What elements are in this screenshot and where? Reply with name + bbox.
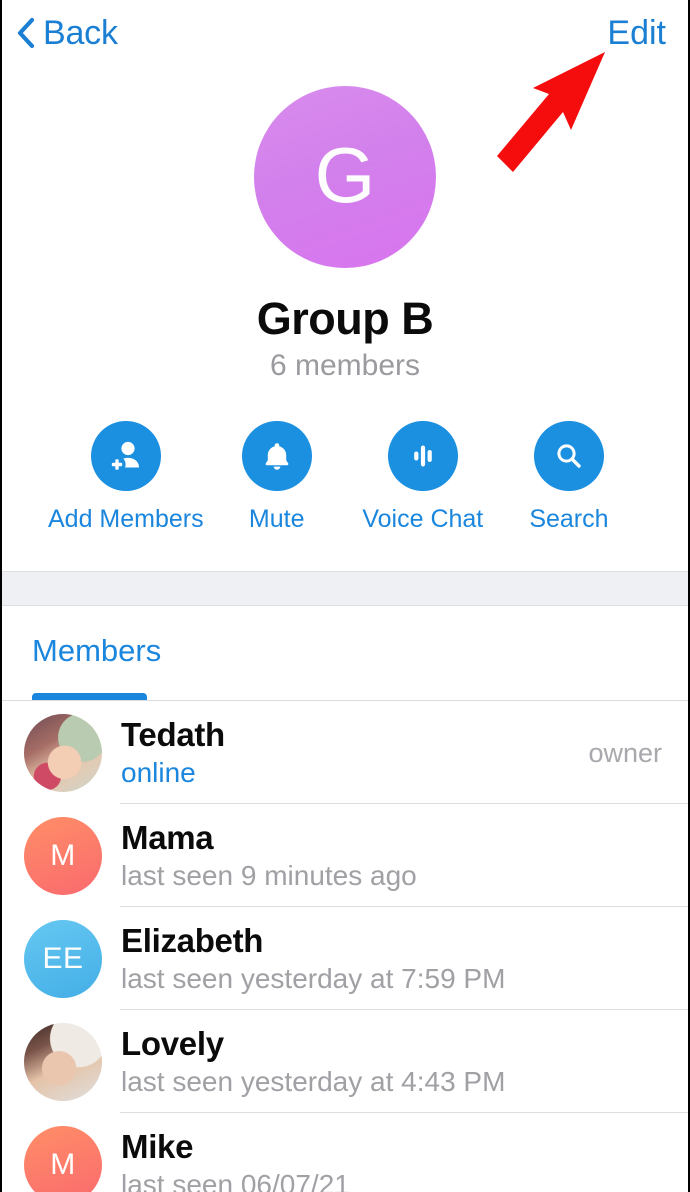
status-badge: owner [588,737,662,768]
add-person-icon [108,441,139,474]
member-status: online [121,756,196,788]
mute-button[interactable] [241,421,312,491]
member-status: last seen yesterday at 4:43 PM [121,1065,506,1097]
avatar [24,1022,102,1101]
table-row[interactable]: Lovely last seen yesterday at 4:43 PM [2,1010,688,1113]
action-voice-chat[interactable]: Voice Chat [350,421,496,533]
member-info: Mama last seen 9 minutes ago [121,819,662,893]
tab-active-indicator [32,693,147,700]
search-icon [557,444,581,468]
action-search[interactable]: Search [496,421,642,533]
group-header: G Group B 6 members [2,80,688,383]
mute-label: Mute [248,505,305,533]
section-separator-band [2,571,688,606]
member-info: Elizabeth last seen yesterday at 7:59 PM [121,922,662,996]
back-button[interactable]: Back [16,16,118,50]
member-info: Mike last seen 06/07/21 [121,1128,662,1192]
avatar-initials: M [50,1147,76,1181]
back-label: Back [43,14,118,52]
table-row[interactable]: M Mama last seen 9 minutes ago [2,804,688,907]
action-add-members[interactable]: Add Members [48,421,204,533]
table-row[interactable]: EE Elizabeth last seen yesterday at 7:59… [2,907,688,1010]
member-name: Mike [121,1127,194,1165]
add-members-button[interactable] [90,421,161,491]
group-title: Group B [256,293,434,344]
member-status: last seen yesterday at 7:59 PM [121,962,506,994]
avatar [24,713,102,792]
member-status: last seen 9 minutes ago [121,859,417,891]
voice-chat-label: Voice Chat [362,505,484,533]
navigation-bar: Back Edit [2,0,688,80]
group-avatar[interactable]: G [254,86,436,268]
avatar-initials: EE [42,941,84,975]
edit-button[interactable]: Edit [607,16,666,50]
waveform-icon [414,445,432,467]
voice-chat-button[interactable] [387,421,458,491]
search-button[interactable] [533,421,604,491]
bell-icon [265,443,289,470]
avatar-initials: M [50,838,76,872]
member-info: Lovely last seen yesterday at 4:43 PM [121,1025,662,1099]
table-row[interactable]: Tedath online owner [2,701,688,804]
group-members-count: 6 members [269,349,421,382]
avatar: M [24,1125,102,1192]
member-name: Tedath [121,715,225,753]
member-info: Tedath online [121,716,588,790]
avatar: EE [24,919,102,998]
avatar: M [24,816,102,895]
member-name: Mama [121,818,214,856]
member-status: last seen 06/07/21 [121,1168,350,1192]
tab-members[interactable]: Members [32,634,161,668]
group-avatar-letter: G [314,131,376,219]
member-name: Lovely [121,1024,224,1062]
members-list: Tedath online owner M Mama last seen 9 m… [2,701,688,1192]
action-mute[interactable]: Mute [204,421,350,533]
chevron-left-icon [17,17,35,49]
table-row[interactable]: M Mike last seen 06/07/21 [2,1113,688,1192]
group-info-screen: Back Edit G Group B 6 members Add Member… [0,0,690,1192]
member-name: Elizabeth [121,921,264,959]
add-members-label: Add Members [48,505,204,533]
search-label: Search [529,505,609,533]
tab-bar: Members [2,606,688,701]
action-buttons-row: Add Members Mute Voice Chat Search [2,421,688,533]
